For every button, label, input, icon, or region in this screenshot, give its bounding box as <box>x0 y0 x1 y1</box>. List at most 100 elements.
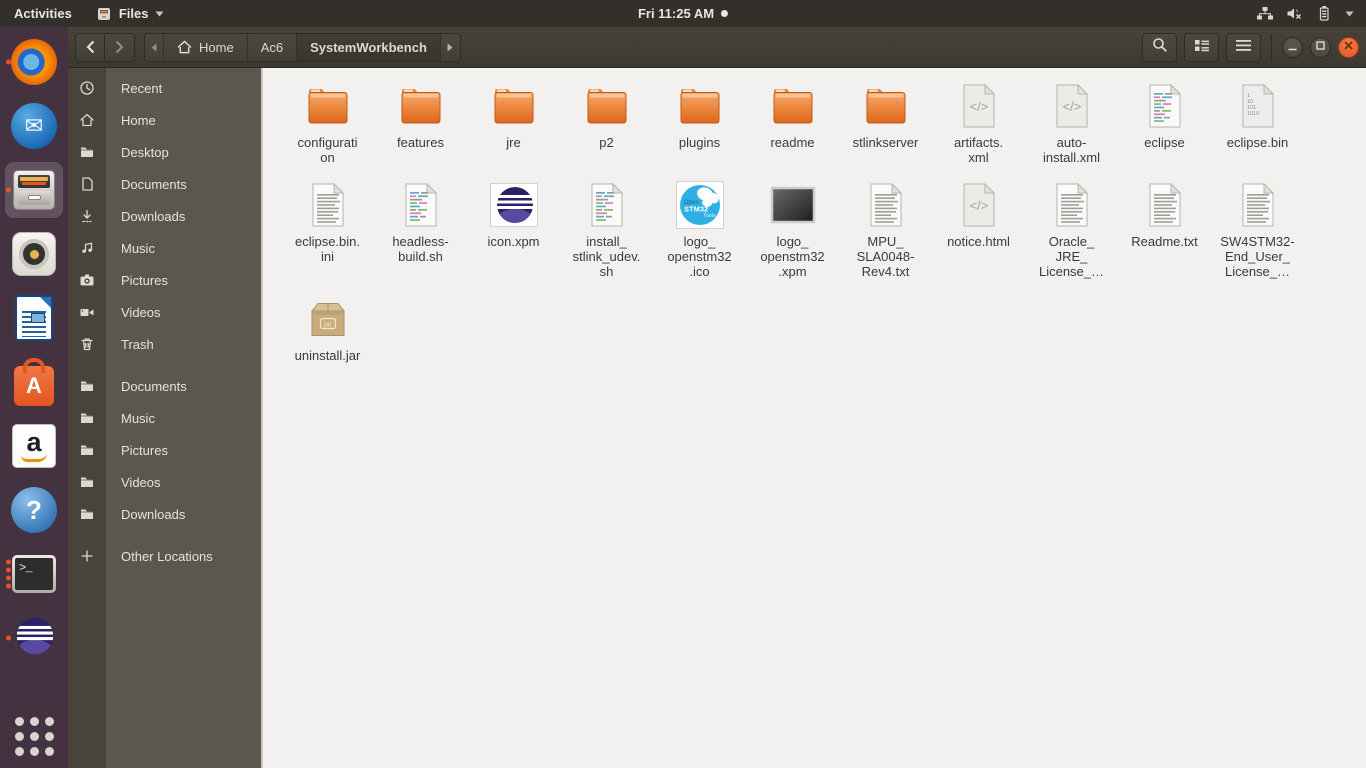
file-label: notice.html <box>947 234 1010 249</box>
dock-item-help[interactable]: ? <box>5 482 63 538</box>
dock-item-rhythmbox[interactable] <box>5 226 63 282</box>
file-jre[interactable]: jre <box>467 82 560 165</box>
file-label: eclipse <box>1144 135 1185 150</box>
path-scroll-left-icon[interactable] <box>145 33 164 61</box>
dock-item-libreoffice-writer[interactable] <box>5 290 63 346</box>
file-mpu-sla0048-rev4-txt[interactable]: MPU_ SLA0048- Rev4.txt <box>839 181 932 279</box>
file-configurati-on[interactable]: configurati on <box>281 82 374 165</box>
sidebar-item-home[interactable]: Home <box>68 104 261 136</box>
file-logo-openstm32-xpm[interactable]: logo_ openstm32 .xpm <box>746 181 839 279</box>
sidebar-item-videos[interactable]: Videos <box>68 296 261 328</box>
file-notice-html[interactable]: </> notice.html <box>932 181 1025 279</box>
plus-icon <box>68 548 106 564</box>
sidebar-item-documents[interactable]: Documents <box>68 370 261 402</box>
sidebar-item-recent[interactable]: Recent <box>68 72 261 104</box>
file-view[interactable]: configurati on features jre p2 plugins r… <box>263 68 1366 768</box>
file-sw4stm32-end-user-license[interactable]: SW4STM32- End_User_ License_… <box>1211 181 1304 279</box>
sidebar-item-label: Videos <box>121 304 161 320</box>
app-menu-button[interactable]: Files <box>86 0 175 27</box>
trash-icon <box>68 336 106 352</box>
sidebar-item-label: Recent <box>121 80 163 96</box>
close-button[interactable] <box>1338 36 1359 58</box>
back-button[interactable] <box>75 32 105 62</box>
sidebar-item-pictures[interactable]: Pictures <box>68 434 261 466</box>
sidebar-item-downloads[interactable]: Downloads <box>68 200 261 232</box>
file-auto-install-xml[interactable]: </> auto- install.xml <box>1025 82 1118 165</box>
dock-item-thunderbird[interactable]: ✉ <box>5 98 63 154</box>
file-features[interactable]: features <box>374 82 467 165</box>
file-readme[interactable]: readme <box>746 82 839 165</box>
sidebar-item-downloads[interactable]: Downloads <box>68 498 261 530</box>
sidebar-item-label: Other Locations <box>121 548 213 564</box>
file-artifacts-xml[interactable]: </> artifacts. xml <box>932 82 1025 165</box>
activities-button[interactable]: Activities <box>0 0 86 27</box>
path-scroll-right-icon[interactable] <box>441 34 460 61</box>
volume-muted-icon <box>1286 6 1303 21</box>
dock-item-firefox[interactable] <box>5 34 63 90</box>
running-indicator <box>6 59 11 65</box>
file-plugins[interactable]: plugins <box>653 82 746 165</box>
system-status-area[interactable] <box>1256 0 1366 27</box>
sidebar-item-desktop[interactable]: Desktop <box>68 136 261 168</box>
search-button[interactable] <box>1142 32 1177 62</box>
maximize-button[interactable] <box>1310 36 1331 58</box>
path-segment-home[interactable]: Home <box>164 33 248 61</box>
folder-icon <box>68 474 106 490</box>
sidebar-item-documents[interactable]: Documents <box>68 168 261 200</box>
rhythmbox-icon <box>12 232 56 276</box>
file-grid: configurati on features jre p2 plugins r… <box>281 82 1366 363</box>
file-readme-txt[interactable]: Readme.txt <box>1118 181 1211 279</box>
file-label: headless- build.sh <box>392 234 449 264</box>
dock-item-terminal[interactable]: >_ <box>5 546 63 602</box>
window-body: Recent Home Desktop Documents Downloads Music… <box>68 68 1366 768</box>
file-label: eclipse.bin. ini <box>294 234 361 264</box>
path-segment-systemworkbench[interactable]: SystemWorkbench <box>297 33 441 61</box>
forward-button[interactable] <box>105 32 135 62</box>
sidebar-item-other-locations[interactable]: Other Locations <box>68 540 261 572</box>
sidebar-item-videos[interactable]: Videos <box>68 466 261 498</box>
file-icon-xpm[interactable]: icon.xpm <box>467 181 560 279</box>
file-install-stlink-udev-sh[interactable]: install_ stlink_udev. sh <box>560 181 653 279</box>
sidebar-item-pictures[interactable]: Pictures <box>68 264 261 296</box>
desktop: { "topbar": { "activities_label": "Activ… <box>0 0 1366 768</box>
amazon-icon: a <box>12 424 56 468</box>
dock-item-amazon[interactable]: a <box>5 418 63 474</box>
files-window: Home Ac6 SystemWorkbench Recent Home Des… <box>68 27 1366 768</box>
dock-item-ubuntu-software[interactable]: A <box>5 354 63 410</box>
file-eclipse-bin-ini[interactable]: eclipse.bin. ini <box>281 181 374 279</box>
window-menu-button[interactable] <box>1226 32 1261 62</box>
path-segment-label: Home <box>199 39 234 55</box>
chevron-down-icon <box>1345 11 1354 17</box>
clock-button[interactable]: Fri 11:25 AM <box>637 6 729 21</box>
path-segment-ac6[interactable]: Ac6 <box>248 33 298 61</box>
battery-icon <box>1315 5 1333 22</box>
sidebar-item-music[interactable]: Music <box>68 232 261 264</box>
activities-label: Activities <box>14 6 72 21</box>
dock-item-files[interactable] <box>5 162 63 218</box>
minimize-button[interactable] <box>1282 36 1303 58</box>
image-openstm32-icon: Open STM32 Tools <box>675 181 724 229</box>
file-uninstall-jar[interactable]: jar uninstall.jar <box>281 295 374 363</box>
dock-item-eclipse[interactable] <box>5 610 63 666</box>
svg-text:</>: </> <box>969 99 988 114</box>
file-p2[interactable]: p2 <box>560 82 653 165</box>
chevron-down-icon <box>155 11 164 17</box>
clock-label: Fri 11:25 AM <box>637 6 715 21</box>
markup-icon: </> <box>1048 82 1096 130</box>
svg-text:jar: jar <box>323 322 332 329</box>
file-eclipse[interactable]: eclipse <box>1118 82 1211 165</box>
file-logo-openstm32-ico[interactable]: Open STM32 Tools logo_ openstm32 .ico <box>653 181 746 279</box>
file-stlinkserver[interactable]: stlinkserver <box>839 82 932 165</box>
running-indicator <box>6 635 11 641</box>
file-headless-build-sh[interactable]: headless- build.sh <box>374 181 467 279</box>
sidebar-item-label: Music <box>121 240 155 256</box>
sidebar-item-music[interactable]: Music <box>68 402 261 434</box>
hamburger-icon <box>1236 38 1251 56</box>
file-eclipse-bin[interactable]: 1 10 101 1010 eclipse.bin <box>1211 82 1304 165</box>
file-oracle-jre-license[interactable]: Oracle_ JRE_ License_… <box>1025 181 1118 279</box>
document-icon <box>68 176 106 192</box>
file-label: logo_ openstm32 .ico <box>667 234 732 279</box>
view-toggle-button[interactable] <box>1184 32 1219 62</box>
sidebar-item-trash[interactable]: Trash <box>68 328 261 360</box>
show-applications-button[interactable] <box>14 717 54 756</box>
